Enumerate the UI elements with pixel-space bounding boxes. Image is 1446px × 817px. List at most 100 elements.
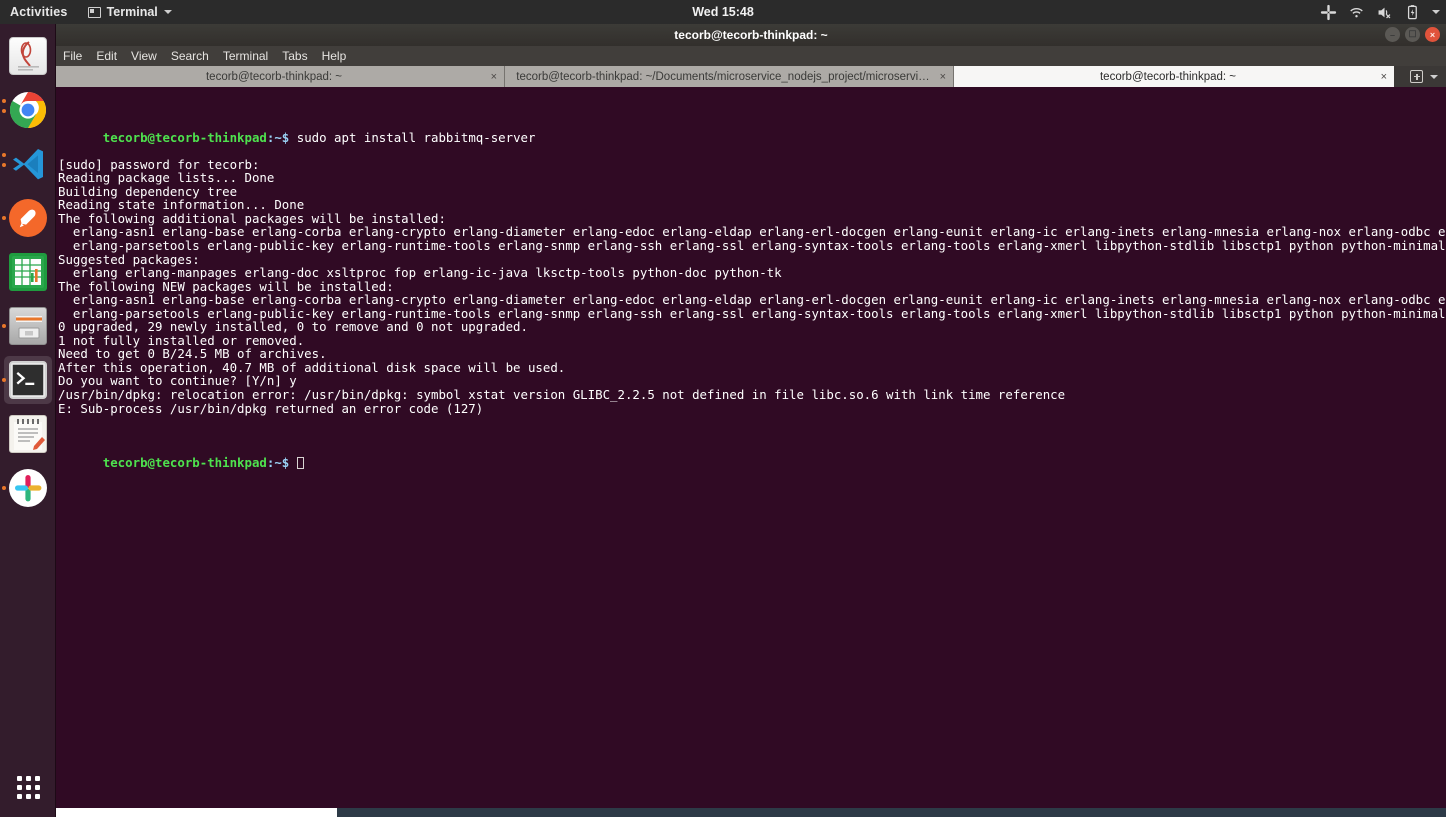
- running-indicator: [2, 99, 6, 103]
- tab-label: tecorb@tecorb-thinkpad: ~: [1099, 70, 1236, 83]
- terminal-line: [sudo] password for tecorb:: [58, 156, 260, 172]
- volume-muted-icon[interactable]: [1376, 4, 1393, 21]
- terminal-icon: [9, 361, 47, 399]
- terminal-line: The following NEW packages will be insta…: [58, 278, 394, 294]
- prompt-user: tecorb@tecorb-thinkpad: [102, 129, 267, 145]
- dock-item-files[interactable]: [0, 302, 56, 350]
- menu-file[interactable]: File: [63, 49, 82, 63]
- running-indicator: [2, 216, 6, 220]
- tab-bar-actions: [1402, 66, 1446, 87]
- window-icon: [87, 6, 101, 18]
- close-icon[interactable]: ×: [940, 71, 946, 83]
- terminal-command: sudo apt install rabbitmq-server: [289, 129, 536, 145]
- dock-item-google-chrome[interactable]: [0, 86, 56, 134]
- clock[interactable]: Wed 15:48: [658, 5, 788, 19]
- chevron-down-icon[interactable]: [1430, 74, 1438, 79]
- terminal-tab-1[interactable]: tecorb@tecorb-thinkpad: ~ ×: [56, 66, 505, 87]
- menu-bar: File Edit View Search Terminal Tabs Help: [56, 46, 1446, 66]
- terminal-output[interactable]: tecorb@tecorb-thinkpad:~$ sudo apt insta…: [56, 87, 1446, 817]
- maximize-button[interactable]: ☐: [1405, 27, 1420, 42]
- menu-view[interactable]: View: [131, 49, 157, 63]
- tab-bar: tecorb@tecorb-thinkpad: ~ × tecorb@tecor…: [56, 66, 1446, 87]
- terminal-tab-3[interactable]: tecorb@tecorb-thinkpad: ~ ×: [954, 66, 1394, 87]
- files-icon: [9, 307, 47, 345]
- tab-label: tecorb@tecorb-thinkpad: ~/Documents/micr…: [516, 70, 930, 83]
- terminal-line: 0 upgraded, 29 newly installed, 0 to rem…: [58, 319, 528, 335]
- window-controls: – ☐ ×: [1385, 27, 1440, 42]
- minimize-button[interactable]: –: [1385, 27, 1400, 42]
- terminal-output-lines: [sudo] password for tecorb: Reading packa…: [58, 158, 1446, 415]
- dock-item-libreoffice-calc[interactable]: [0, 248, 56, 296]
- wifi-icon[interactable]: [1348, 4, 1365, 21]
- running-indicator: [2, 153, 6, 157]
- running-indicator: [2, 486, 6, 490]
- menu-search[interactable]: Search: [171, 49, 209, 63]
- slack-icon: [9, 469, 47, 507]
- chevron-down-icon[interactable]: [1432, 10, 1440, 14]
- terminal-current-prompt-line: tecorb@tecorb-thinkpad:~$: [58, 442, 1446, 469]
- window-title: tecorb@tecorb-thinkpad: ~: [674, 28, 828, 42]
- terminal-tab-2[interactable]: tecorb@tecorb-thinkpad: ~/Documents/micr…: [505, 66, 954, 87]
- slack-icon[interactable]: [1320, 4, 1337, 21]
- battery-icon[interactable]: [1404, 4, 1421, 21]
- terminal-cursor: [296, 456, 305, 469]
- close-button[interactable]: ×: [1425, 27, 1440, 42]
- running-indicator: [2, 163, 6, 167]
- terminal-line: After this operation, 40.7 MB of additio…: [58, 359, 566, 375]
- terminal-line: Need to get 0 B/24.5 MB of archives.: [58, 346, 327, 362]
- close-icon[interactable]: ×: [491, 71, 497, 83]
- terminal-window: tecorb@tecorb-thinkpad: ~ – ☐ × File Edi…: [56, 24, 1446, 817]
- running-indicator: [2, 109, 6, 113]
- dock-item-visual-studio-code[interactable]: [0, 140, 56, 188]
- text-editor-icon: [9, 415, 47, 453]
- prompt-user: tecorb@tecorb-thinkpad: [102, 454, 267, 470]
- terminal-line: Building dependency tree: [58, 183, 238, 199]
- system-tray[interactable]: [1320, 0, 1440, 24]
- window-titlebar[interactable]: tecorb@tecorb-thinkpad: ~ – ☐ ×: [56, 24, 1446, 46]
- terminal-line: 1 not fully installed or removed.: [58, 332, 305, 348]
- dock-item-text-editor[interactable]: [0, 410, 56, 458]
- new-tab-icon[interactable]: [1410, 70, 1423, 83]
- terminal-line: The following additional packages will b…: [58, 210, 446, 226]
- visual-studio-code-icon: [9, 145, 47, 183]
- menu-help[interactable]: Help: [322, 49, 347, 63]
- show-applications-button[interactable]: [0, 763, 56, 811]
- bottom-edge-indicator: [56, 808, 337, 817]
- menu-tabs[interactable]: Tabs: [282, 49, 307, 63]
- terminal-line: Reading state information... Done: [58, 197, 305, 213]
- dock-item-slack[interactable]: [0, 464, 56, 512]
- terminal-line: erlang-parsetools erlang-public-key erla…: [58, 238, 1446, 254]
- app-menu-label: Terminal: [106, 5, 158, 19]
- ubuntu-dock: [0, 24, 56, 817]
- prompt-path: :~$: [266, 454, 290, 470]
- pdf-reader-icon: [9, 37, 47, 75]
- terminal-line: erlang-asn1 erlang-base erlang-corba erl…: [58, 224, 1446, 240]
- terminal-line: Reading package lists... Done: [58, 170, 275, 186]
- libreoffice-calc-icon: [9, 253, 47, 291]
- menu-edit[interactable]: Edit: [96, 49, 117, 63]
- terminal-line: E: Sub-process /usr/bin/dpkg returned an…: [58, 400, 484, 416]
- running-indicator: [2, 324, 6, 328]
- google-chrome-icon: [9, 91, 47, 129]
- close-icon[interactable]: ×: [1381, 71, 1387, 83]
- terminal-line: /usr/bin/dpkg: relocation error: /usr/bi…: [58, 387, 1066, 403]
- activities-button[interactable]: Activities: [0, 5, 80, 19]
- gnome-top-bar: Activities Terminal Wed 15:48: [0, 0, 1446, 24]
- terminal-line: erlang-asn1 erlang-base erlang-corba erl…: [58, 292, 1446, 308]
- terminal-line: Suggested packages:: [58, 251, 200, 267]
- dock-item-pdf-reader[interactable]: [0, 32, 56, 80]
- chevron-down-icon: [163, 10, 172, 14]
- postman-icon: [9, 199, 47, 237]
- tab-label: tecorb@tecorb-thinkpad: ~: [205, 70, 342, 83]
- terminal-prompt-line: tecorb@tecorb-thinkpad:~$ sudo apt insta…: [58, 117, 1446, 144]
- terminal-line: erlang-parsetools erlang-public-key erla…: [58, 305, 1446, 321]
- menu-terminal[interactable]: Terminal: [223, 49, 268, 63]
- prompt-path: :~$: [266, 129, 290, 145]
- dock-item-postman[interactable]: [0, 194, 56, 242]
- show-applications-icon: [16, 775, 40, 799]
- terminal-line: Do you want to continue? [Y/n] y: [58, 373, 297, 389]
- dock-item-terminal[interactable]: [2, 356, 52, 404]
- running-indicator: [2, 378, 6, 382]
- app-menu-button[interactable]: Terminal: [80, 5, 180, 19]
- terminal-line: erlang erlang-manpages erlang-doc xsltpr…: [58, 265, 782, 281]
